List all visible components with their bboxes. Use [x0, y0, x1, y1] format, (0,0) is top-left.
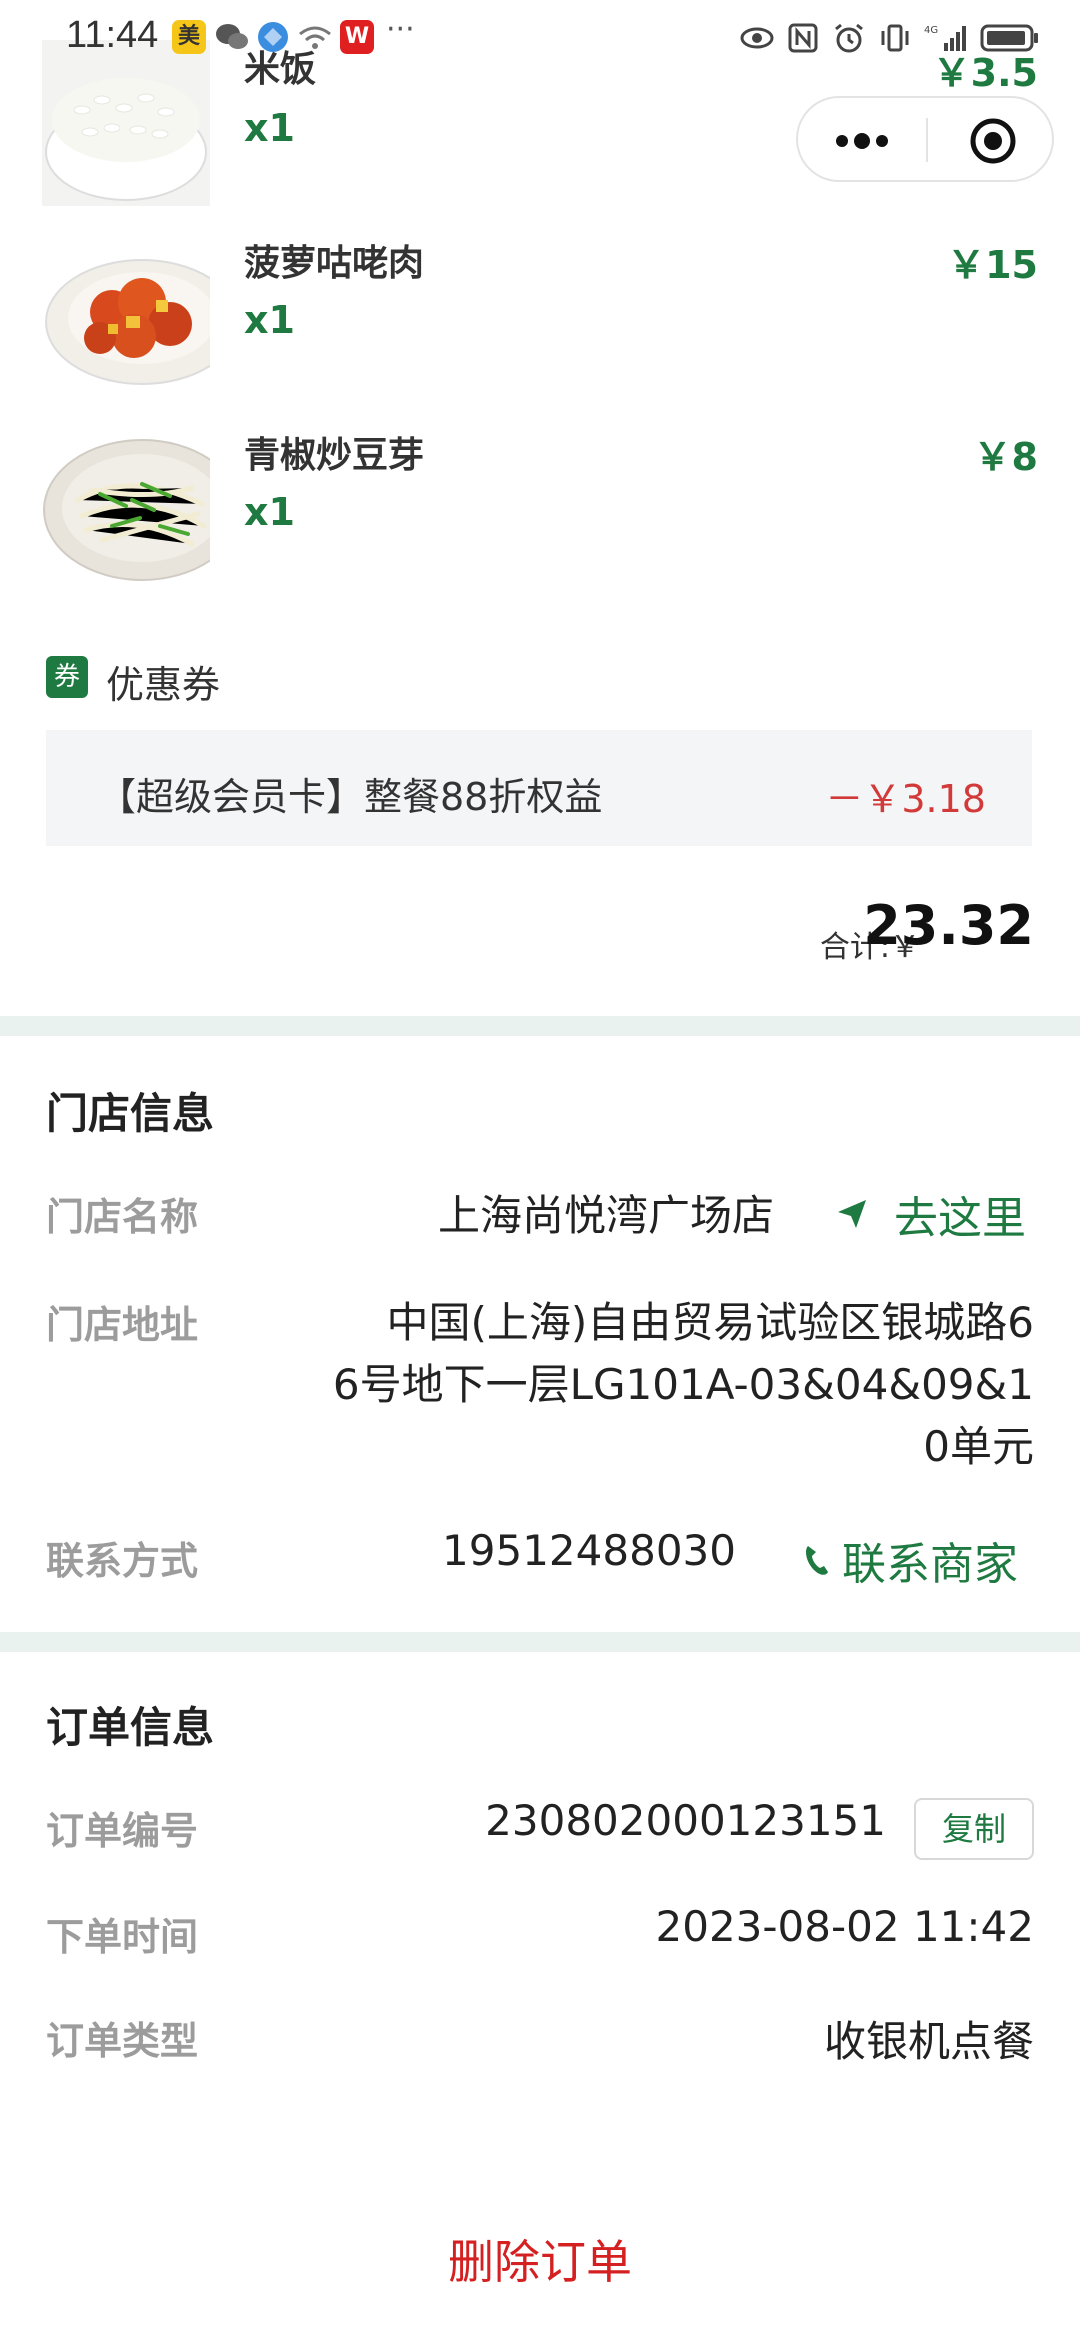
order-type-label: 订单类型 — [46, 2019, 199, 2063]
coupon-amount: －￥3.18 — [825, 777, 986, 821]
navigate-label: 去这里 — [894, 1193, 1026, 1244]
status-time: 11:44 — [66, 14, 159, 56]
coupon-row: 【超级会员卡】整餐88折权益 －￥3.18 — [46, 730, 1032, 846]
item-image-bean-sprouts — [42, 430, 210, 590]
item-price: ￥15 — [947, 243, 1038, 287]
item-image-sweet-sour-pork — [42, 238, 210, 398]
store-address-label: 门店地址 — [46, 1303, 199, 1347]
contact-label: 联系方式 — [46, 1539, 199, 1583]
coupon-tag-icon: 券 — [46, 656, 88, 698]
nfc-icon — [788, 23, 818, 53]
contact-merchant-label: 联系商家 — [842, 1539, 1018, 1590]
item-quantity: x1 — [244, 490, 295, 534]
wechat-icon — [216, 24, 248, 49]
browser-icon — [258, 22, 288, 52]
section-divider — [0, 1016, 1080, 1036]
status-icons: 4G — [740, 18, 1040, 58]
status-more: ··· — [386, 12, 415, 47]
more-menu-icon[interactable] — [832, 126, 892, 156]
navigate-arrow-icon — [838, 1200, 866, 1228]
store-name-label: 门店名称 — [46, 1195, 199, 1239]
phone-icon — [806, 1546, 828, 1575]
item-name: 青椒炒豆芽 — [244, 435, 425, 476]
store-address-value: 中国(上海)自由贸易试验区银城路6 6号地下一层LG101A-03&04&09&… — [333, 1292, 1034, 1478]
alarm-icon — [835, 23, 863, 53]
address-line: 0单元 — [923, 1422, 1034, 1471]
address-line: 6号地下一层LG101A-03&04&09&1 — [332, 1360, 1034, 1409]
wps-app-icon: W — [340, 20, 374, 54]
order-number-label: 订单编号 — [46, 1809, 199, 1853]
battery-icon — [980, 24, 1038, 52]
item-name: 菠萝咕咾肉 — [244, 243, 425, 284]
coupon-text: 【超级会员卡】整餐88折权益 — [98, 775, 603, 819]
coupon-title: 优惠券 — [106, 663, 221, 707]
contact-phone: 19512488030 — [442, 1526, 736, 1575]
store-name-value: 上海尚悦湾广场店 — [437, 1191, 774, 1240]
address-line: 中国(上海)自由贸易试验区银城路6 — [386, 1298, 1035, 1347]
section-divider — [0, 1632, 1080, 1652]
signal-icon: 4G — [924, 25, 966, 51]
miniprogram-capsule — [796, 96, 1054, 182]
order-time-value: 2023-08-02 11:42 — [655, 1902, 1034, 1951]
vibrate-icon — [881, 24, 909, 52]
delete-order-button[interactable]: 删除订单 — [0, 2226, 1080, 2292]
order-time-label: 下单时间 — [46, 1915, 199, 1959]
svg-text:4G: 4G — [924, 25, 938, 36]
contact-merchant-link[interactable]: 联系商家 — [800, 1528, 1018, 1592]
navigate-link[interactable]: 去这里 — [832, 1182, 1026, 1246]
store-section-title: 门店信息 — [46, 1089, 215, 1138]
status-bar: 11:44 美 W ··· 4G — [0, 0, 1080, 80]
item-quantity: x1 — [244, 298, 295, 342]
order-section-title: 订单信息 — [46, 1703, 215, 1752]
wifi-sync-icon — [299, 26, 331, 49]
item-quantity: x1 — [244, 106, 295, 150]
copy-button[interactable]: 复制 — [914, 1798, 1034, 1860]
meituan-app-icon: 美 — [172, 20, 206, 54]
capsule-divider — [926, 118, 928, 162]
item-price: ￥8 — [973, 435, 1038, 479]
order-type-value: 收银机点餐 — [823, 2017, 1034, 2066]
order-number-value: 230802000123151 — [485, 1796, 886, 1845]
close-miniprogram-icon[interactable] — [968, 116, 1018, 166]
eye-icon — [740, 27, 774, 49]
total-value: 23.32 — [863, 894, 1034, 957]
